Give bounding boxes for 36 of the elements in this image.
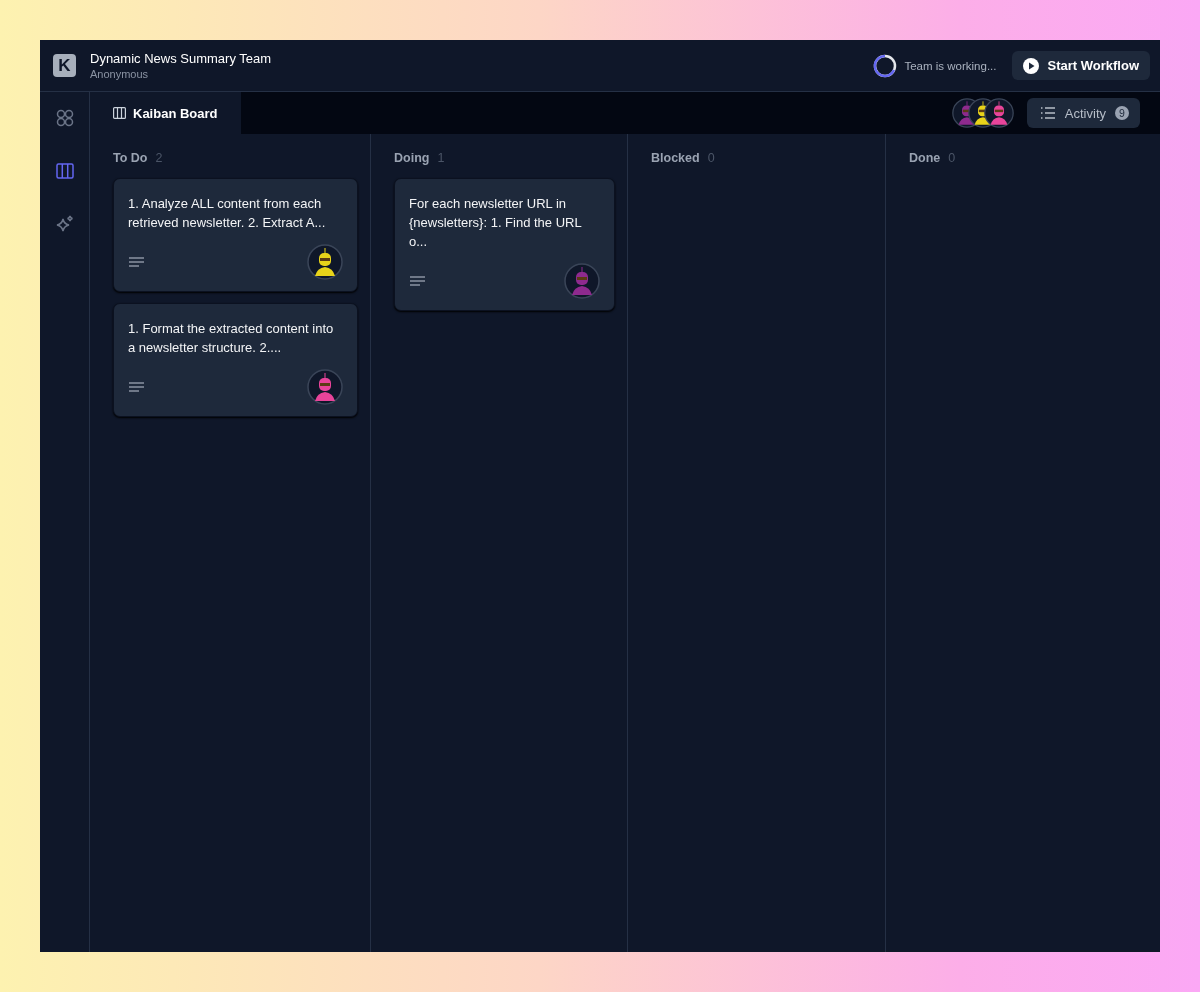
user-name: Anonymous <box>90 68 150 80</box>
sparkle-icon[interactable] <box>54 214 75 234</box>
activity-count: 9 <box>1115 106 1129 120</box>
app-logo: K <box>53 54 76 77</box>
play-icon <box>1022 57 1039 74</box>
column-title: Done <box>909 151 941 165</box>
column-title: To Do <box>113 151 148 165</box>
task-card[interactable]: 1. Analyze ALL content from each retrieved newsletter. 2. Extract A... <box>113 178 358 292</box>
agent-avatar <box>564 263 600 299</box>
task-description: 1. Analyze ALL content from each retrieved newsletter. 2. Extract A... <box>128 195 327 232</box>
team-title: Dynamic News Summary Team <box>90 51 272 66</box>
task-description: For each newsletter URL in {newsletters}: 1. Find the URL o... <box>409 195 583 251</box>
activity-button[interactable]: Activity 9 <box>1026 98 1140 128</box>
agent-avatar <box>307 244 343 280</box>
spinner-icon <box>873 53 898 78</box>
column-title: Blocked <box>651 151 700 165</box>
task-description: 1. Format the extracted content into a newsletter structure. 2.... <box>128 320 335 357</box>
column-count: 1 <box>437 151 445 165</box>
start-workflow-button[interactable]: Start Workflow <box>1011 51 1150 80</box>
grid-icon[interactable] <box>54 108 75 128</box>
column-count: 0 <box>948 151 956 165</box>
text-lines-icon <box>129 382 144 392</box>
task-card[interactable]: 1. Format the extracted content into a newsletter structure. 2.... <box>113 303 358 417</box>
board-tab[interactable]: Kaiban Board <box>90 92 241 134</box>
columns-icon[interactable] <box>54 161 75 181</box>
text-lines-icon <box>410 276 425 286</box>
list-icon <box>1039 107 1056 119</box>
column-count: 0 <box>707 151 715 165</box>
task-card[interactable]: For each newsletter URL in {newsletters}: 1. Find the URL o... <box>394 178 615 311</box>
agent-avatar <box>307 369 343 405</box>
column-count: 2 <box>155 151 163 165</box>
text-lines-icon <box>129 257 144 267</box>
agent-avatar <box>983 98 1014 128</box>
columns-icon <box>113 107 126 119</box>
status-text: Team is working... <box>904 59 997 72</box>
column-title: Doing <box>394 151 430 165</box>
